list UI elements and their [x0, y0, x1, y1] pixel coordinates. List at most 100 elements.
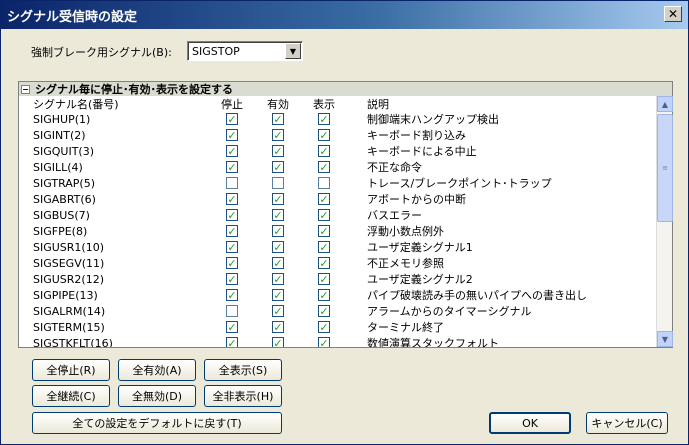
- stop-checkbox[interactable]: [226, 177, 238, 189]
- signal-row[interactable]: SIGINT(2) ✓ ✓ ✓ キーボード割り込み: [19, 127, 657, 143]
- signal-row[interactable]: SIGABRT(6) ✓ ✓ ✓ アボートからの中断: [19, 191, 657, 207]
- stop-checkbox[interactable]: ✓: [226, 273, 238, 285]
- enable-checkbox[interactable]: ✓: [272, 337, 284, 347]
- disable-all-button[interactable]: 全無効(D): [118, 385, 196, 407]
- show-cell: ✓: [301, 209, 347, 221]
- show-checkbox[interactable]: ✓: [318, 225, 330, 237]
- stop-checkbox[interactable]: [226, 305, 238, 317]
- show-checkbox[interactable]: ✓: [318, 193, 330, 205]
- stop-all-button[interactable]: 全停止(R): [32, 359, 110, 381]
- enable-checkbox[interactable]: ✓: [272, 321, 284, 333]
- signal-row[interactable]: SIGTERM(15) ✓ ✓ ✓ ターミナル終了: [19, 319, 657, 335]
- enable-checkbox[interactable]: ✓: [272, 305, 284, 317]
- signal-name: SIGBUS(7): [33, 208, 90, 222]
- signal-row[interactable]: SIGUSR1(10) ✓ ✓ ✓ ユーザ定義シグナル1: [19, 239, 657, 255]
- show-cell: ✓: [301, 305, 347, 317]
- enable-all-button[interactable]: 全有効(A): [118, 359, 196, 381]
- signal-description: アボートからの中断: [367, 193, 466, 206]
- show-checkbox[interactable]: ✓: [318, 321, 330, 333]
- hide-all-button[interactable]: 全非表示(H): [204, 385, 282, 407]
- enable-cell: ✓: [255, 321, 301, 333]
- show-cell: [301, 177, 347, 189]
- ok-button[interactable]: OK: [489, 412, 571, 434]
- enable-checkbox[interactable]: ✓: [272, 129, 284, 141]
- show-cell: ✓: [301, 193, 347, 205]
- stop-checkbox[interactable]: ✓: [226, 193, 238, 205]
- continue-all-button[interactable]: 全継続(C): [32, 385, 110, 407]
- enable-checkbox[interactable]: ✓: [272, 225, 284, 237]
- show-checkbox[interactable]: ✓: [318, 305, 330, 317]
- signal-row[interactable]: SIGUSR2(12) ✓ ✓ ✓ ユーザ定義シグナル2: [19, 271, 657, 287]
- show-checkbox[interactable]: ✓: [318, 273, 330, 285]
- column-header-desc: 説明: [367, 97, 389, 111]
- scroll-thumb[interactable]: ≡: [657, 114, 673, 222]
- signal-row[interactable]: SIGTRAP(5) トレース/ブレークポイント･トラップ: [19, 175, 657, 191]
- signal-row[interactable]: SIGILL(4) ✓ ✓ ✓ 不正な命令: [19, 159, 657, 175]
- show-checkbox[interactable]: ✓: [318, 209, 330, 221]
- signal-description: アラームからのタイマーシグナル: [367, 305, 532, 318]
- signal-row[interactable]: SIGALRM(14) ✓ ✓ アラームからのタイマーシグナル: [19, 303, 657, 319]
- show-checkbox[interactable]: ✓: [318, 145, 330, 157]
- stop-checkbox[interactable]: ✓: [226, 129, 238, 141]
- cancel-button[interactable]: キャンセル(C): [586, 412, 668, 434]
- stop-checkbox[interactable]: ✓: [226, 225, 238, 237]
- signal-row[interactable]: SIGBUS(7) ✓ ✓ ✓ バスエラー: [19, 207, 657, 223]
- enable-checkbox[interactable]: ✓: [272, 161, 284, 173]
- group-header[interactable]: − シグナル毎に停止･有効･表示を設定する: [19, 82, 672, 96]
- signal-description: ユーザ定義シグナル1: [367, 241, 473, 254]
- stop-checkbox[interactable]: ✓: [226, 113, 238, 125]
- enable-checkbox[interactable]: ✓: [272, 241, 284, 253]
- signal-description: 浮動小数点例外: [367, 225, 444, 238]
- show-checkbox[interactable]: [318, 177, 330, 189]
- signal-row[interactable]: SIGHUP(1) ✓ ✓ ✓ 制御端末ハングアップ検出: [19, 111, 657, 127]
- stop-checkbox[interactable]: ✓: [226, 257, 238, 269]
- signal-row[interactable]: SIGQUIT(3) ✓ ✓ ✓ キーボードによる中止: [19, 143, 657, 159]
- stop-checkbox[interactable]: ✓: [226, 289, 238, 301]
- close-button[interactable]: ✕: [664, 6, 682, 22]
- show-checkbox[interactable]: ✓: [318, 337, 330, 347]
- signal-name: SIGPIPE(13): [33, 288, 98, 302]
- enable-checkbox[interactable]: ✓: [272, 145, 284, 157]
- stop-checkbox[interactable]: ✓: [226, 209, 238, 221]
- stop-checkbox[interactable]: ✓: [226, 241, 238, 253]
- signal-row[interactable]: SIGSEGV(11) ✓ ✓ ✓ 不正メモリ参照: [19, 255, 657, 271]
- enable-checkbox[interactable]: ✓: [272, 273, 284, 285]
- signal-name: SIGTRAP(5): [33, 176, 96, 190]
- show-checkbox[interactable]: ✓: [318, 289, 330, 301]
- brake-signal-select[interactable]: SIGSTOP ▼: [187, 41, 303, 61]
- show-checkbox[interactable]: ✓: [318, 113, 330, 125]
- show-all-button[interactable]: 全表示(S): [204, 359, 282, 381]
- collapse-icon[interactable]: −: [21, 84, 30, 94]
- signal-name: SIGUSR1(10): [33, 240, 105, 254]
- show-checkbox[interactable]: ✓: [318, 161, 330, 173]
- stop-checkbox[interactable]: ✓: [226, 321, 238, 333]
- enable-checkbox[interactable]: [272, 177, 284, 189]
- show-checkbox[interactable]: ✓: [318, 129, 330, 141]
- stop-checkbox[interactable]: ✓: [226, 145, 238, 157]
- signal-description: バスエラー: [367, 209, 422, 222]
- enable-checkbox[interactable]: ✓: [272, 289, 284, 301]
- signal-description: 数値演算スタックフォルト: [367, 337, 499, 347]
- signal-row[interactable]: SIGPIPE(13) ✓ ✓ ✓ パイプ破壊読み手の無いパイプへの書き出し: [19, 287, 657, 303]
- signal-name: SIGSEGV(11): [33, 256, 105, 270]
- signal-settings-group: − シグナル毎に停止･有効･表示を設定する シグナル名(番号) 停止 有効 表示…: [18, 81, 673, 348]
- signal-name: SIGFPE(8): [33, 224, 88, 238]
- show-checkbox[interactable]: ✓: [318, 241, 330, 253]
- enable-checkbox[interactable]: ✓: [272, 257, 284, 269]
- scroll-up-icon[interactable]: ▲: [657, 96, 673, 112]
- enable-checkbox[interactable]: ✓: [272, 193, 284, 205]
- reset-defaults-button[interactable]: 全ての設定をデフォルトに戻す(T): [32, 412, 282, 434]
- chevron-down-icon[interactable]: ▼: [285, 43, 301, 59]
- stop-checkbox[interactable]: ✓: [226, 161, 238, 173]
- enable-checkbox[interactable]: ✓: [272, 113, 284, 125]
- stop-checkbox[interactable]: ✓: [226, 337, 238, 347]
- signal-row[interactable]: SIGFPE(8) ✓ ✓ ✓ 浮動小数点例外: [19, 223, 657, 239]
- signal-description: 不正メモリ参照: [367, 257, 444, 270]
- enable-cell: ✓: [255, 145, 301, 157]
- signal-description: キーボード割り込み: [367, 129, 466, 142]
- scroll-down-icon[interactable]: ▼: [657, 331, 673, 347]
- enable-checkbox[interactable]: ✓: [272, 209, 284, 221]
- vertical-scrollbar[interactable]: ▲ ≡ ▼: [656, 96, 673, 347]
- signal-row[interactable]: SIGSTKFLT(16) ✓ ✓ ✓ 数値演算スタックフォルト: [19, 335, 657, 347]
- show-checkbox[interactable]: ✓: [318, 257, 330, 269]
